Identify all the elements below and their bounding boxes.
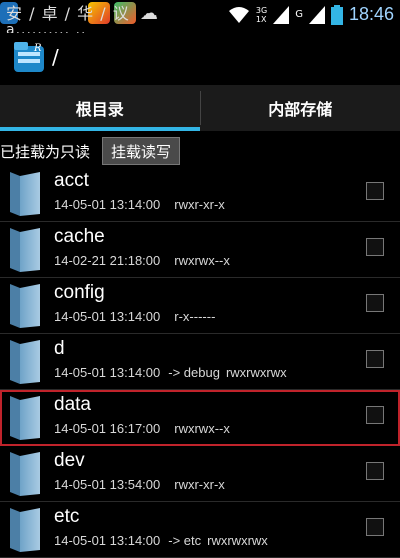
network-type-icon: 3G 1X (256, 6, 267, 24)
file-row-d[interactable]: d 14-05-01 13:14:00 -> debug rwxrwxrwx (0, 334, 400, 390)
file-permissions: rwxrwx--x (174, 253, 230, 268)
network-type-1x: 1X (256, 15, 267, 24)
select-checkbox[interactable] (366, 182, 384, 200)
file-date: 14-05-01 13:14:00 (54, 197, 160, 212)
file-meta: 14-05-01 13:14:00 rwxr-xr-x (54, 197, 225, 212)
tab-bar: 根目录 内部存储 (0, 85, 400, 131)
file-name: etc (54, 506, 79, 528)
signal-icon-2 (309, 6, 325, 24)
system-icons: 3G 1X G 18:46 (228, 4, 394, 25)
file-link-target: -> debug (168, 365, 220, 380)
status-bar: ☁ 安 / 卓 / 华 / 议 a.......... .. 3G 1X G 1… (0, 0, 400, 33)
file-permissions: rwxrwxrwx (226, 365, 287, 380)
clock: 18:46 (349, 4, 394, 25)
file-list: acct 14-05-01 13:14:00 rwxr-xr-x cache 14… (0, 166, 400, 558)
folder-icon (6, 282, 42, 330)
file-meta: 14-05-01 16:17:00 rwxrwx--x (54, 421, 230, 436)
file-date: 14-05-01 13:54:00 (54, 477, 160, 492)
file-name: d (54, 338, 65, 360)
mount-status: 已挂载为只读 (0, 141, 90, 162)
select-checkbox[interactable] (366, 406, 384, 424)
file-meta: 14-05-01 13:14:00 -> etc rwxrwxrwx (54, 533, 268, 548)
action-bar: R / (0, 33, 400, 85)
file-row-etc[interactable]: etc 14-05-01 13:14:00 -> etc rwxrwxrwx (0, 502, 400, 558)
battery-icon (331, 5, 343, 25)
file-date: 14-05-01 13:14:00 (54, 533, 160, 548)
app-logo-icon[interactable]: R (12, 40, 46, 74)
signal-label: G (295, 9, 303, 20)
file-name: cache (54, 226, 105, 248)
select-checkbox[interactable] (366, 350, 384, 368)
file-permissions: rwxr-xr-x (174, 477, 225, 492)
svg-text:R: R (33, 43, 42, 54)
file-name: config (54, 282, 105, 304)
file-date: 14-02-21 21:18:00 (54, 253, 160, 268)
file-meta: 14-05-01 13:14:00 -> debug rwxrwxrwx (54, 365, 287, 380)
file-row-data[interactable]: data 14-05-01 16:17:00 rwxrwx--x (0, 390, 400, 446)
file-date: 14-05-01 13:14:00 (54, 309, 160, 324)
select-checkbox[interactable] (366, 518, 384, 536)
file-row-acct[interactable]: acct 14-05-01 13:14:00 rwxr-xr-x (0, 166, 400, 222)
mount-bar: 已挂载为只读 挂载读写 (0, 136, 400, 166)
file-date: 14-05-01 13:14:00 (54, 365, 160, 380)
network-type-3g: 3G (256, 6, 267, 15)
file-name: dev (54, 450, 85, 472)
file-name: data (54, 394, 91, 416)
folder-icon (6, 170, 42, 218)
select-checkbox[interactable] (366, 238, 384, 256)
file-name: acct (54, 170, 89, 192)
file-meta: 14-02-21 21:18:00 rwxrwx--x (54, 253, 230, 268)
mount-rw-button[interactable]: 挂载读写 (102, 137, 180, 165)
file-link-target: -> etc (168, 533, 201, 548)
notification-text: 安 / 卓 / 华 / 议 (6, 0, 130, 24)
weather-icon: ☁ (140, 3, 158, 24)
folder-icon (6, 226, 42, 274)
folder-icon (6, 338, 42, 386)
file-row-cache[interactable]: cache 14-02-21 21:18:00 rwxrwx--x (0, 222, 400, 278)
signal-icon (273, 6, 289, 24)
file-permissions: r-x------ (174, 309, 215, 324)
folder-icon (6, 450, 42, 498)
select-checkbox[interactable] (366, 462, 384, 480)
select-checkbox[interactable] (366, 294, 384, 312)
file-meta: 14-05-01 13:54:00 rwxr-xr-x (54, 477, 225, 492)
file-meta: 14-05-01 13:14:00 r-x------ (54, 309, 215, 324)
file-permissions: rwxr-xr-x (174, 197, 225, 212)
current-path: / (52, 45, 59, 69)
tab-root[interactable]: 根目录 (0, 85, 200, 131)
file-row-dev[interactable]: dev 14-05-01 13:54:00 rwxr-xr-x (0, 446, 400, 502)
file-row-config[interactable]: config 14-05-01 13:14:00 r-x------ (0, 278, 400, 334)
folder-icon (6, 506, 42, 554)
file-date: 14-05-01 16:17:00 (54, 421, 160, 436)
wifi-icon (228, 6, 250, 24)
folder-icon (6, 394, 42, 442)
file-permissions: rwxrwx--x (174, 421, 230, 436)
file-permissions: rwxrwxrwx (207, 533, 268, 548)
tab-internal-storage[interactable]: 内部存储 (201, 85, 400, 131)
